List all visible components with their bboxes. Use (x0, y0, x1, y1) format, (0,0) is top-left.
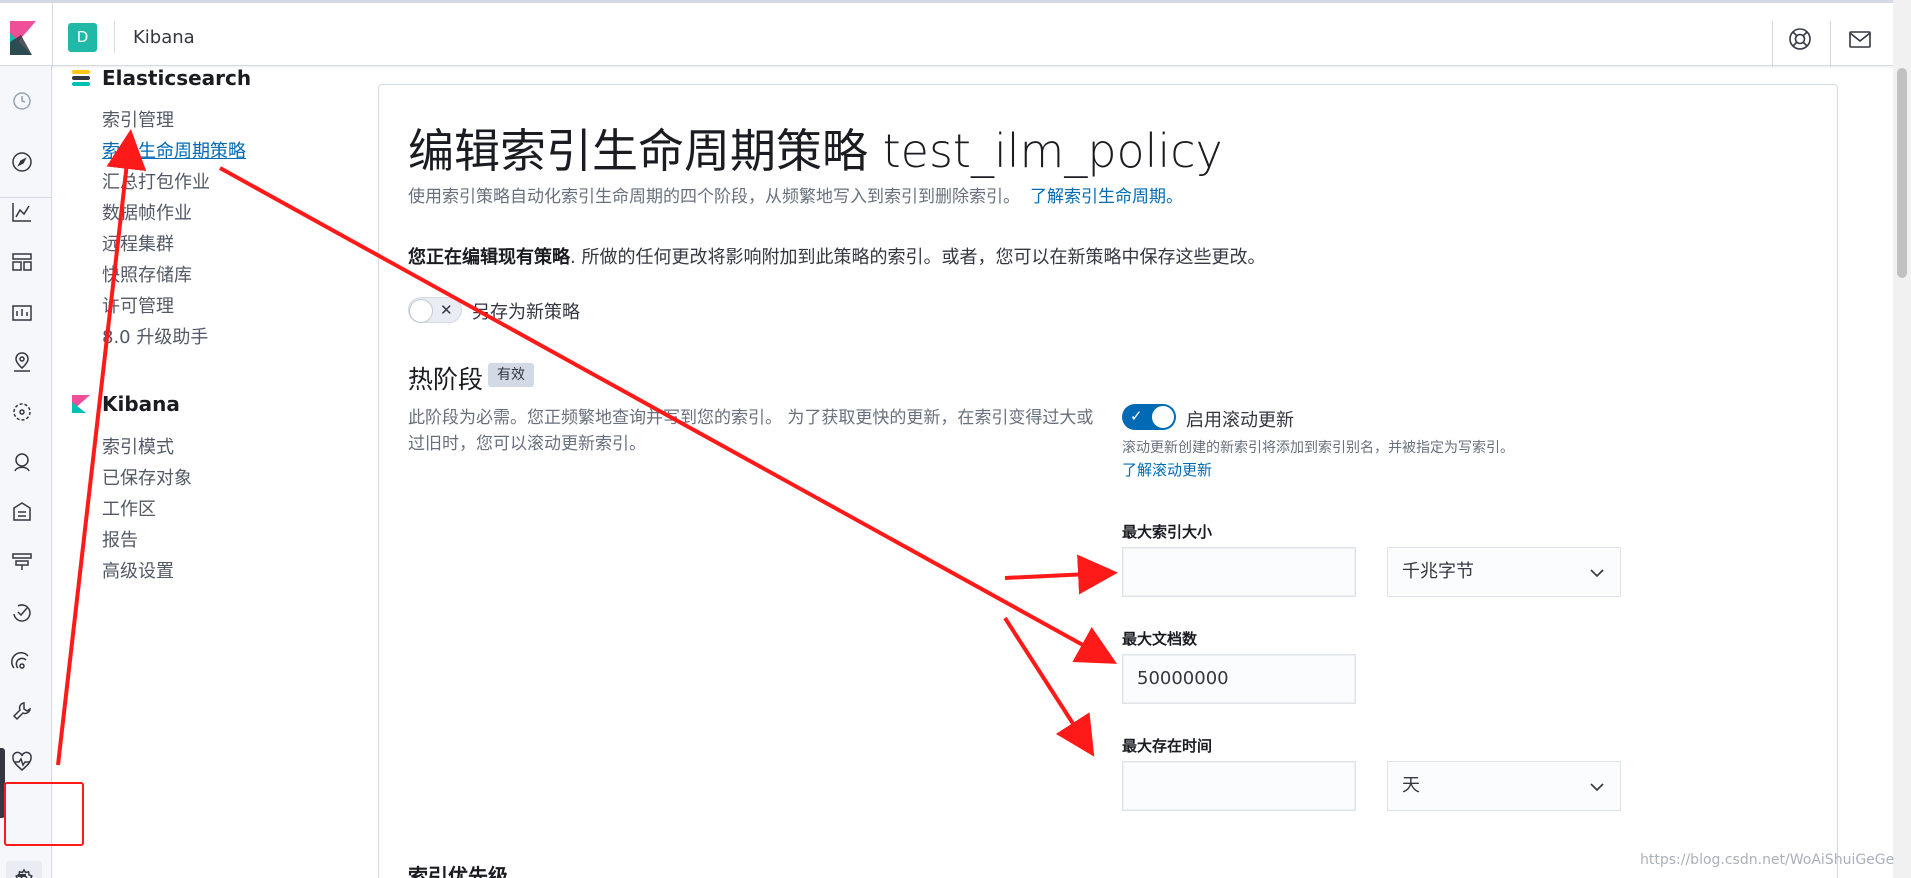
rollover-toggle[interactable]: ✓ (1122, 404, 1176, 430)
left-nav-rail (0, 66, 52, 878)
max-size-input[interactable] (1122, 547, 1356, 597)
save-as-new-label: 另存为新策略 (472, 302, 580, 323)
max-docs-input[interactable]: 50000000 (1122, 654, 1356, 704)
select-value: 天 (1402, 775, 1420, 796)
kibana-logo-icon[interactable] (10, 21, 36, 55)
rollover-label: 启用滚动更新 (1186, 410, 1294, 431)
status-badge: 有效 (488, 363, 534, 387)
uptime-icon[interactable] (10, 600, 34, 624)
check-icon: ✓ (1130, 407, 1143, 425)
dashboard-icon[interactable] (10, 250, 34, 274)
sidebar-item-reporting[interactable]: 报告 (102, 526, 138, 552)
logs-icon[interactable] (10, 500, 34, 524)
sidebar-item-saved-objects[interactable]: 已保存对象 (102, 464, 192, 490)
page-title: 编辑索引生命周期策略 test_ilm_policy (408, 124, 1223, 178)
sidebar-item-remote-clusters[interactable]: 远程集群 (102, 230, 174, 256)
sidebar-item-advanced-settings[interactable]: 高级设置 (102, 557, 174, 583)
sidebar-item-rollup-jobs[interactable]: 汇总打包作业 (102, 168, 210, 194)
page-description-text: 使用索引策略自动化索引生命周期的四个阶段，从频繁地写入到索引到删除索引。 (408, 187, 1020, 207)
dev-tools-wrench-icon[interactable] (10, 700, 34, 724)
ml-icon[interactable] (10, 400, 34, 424)
sidebar-section-elasticsearch: Elasticsearch (72, 66, 251, 90)
toggle-knob (1151, 405, 1175, 429)
sidebar-item-index-management[interactable]: 索引管理 (102, 106, 174, 132)
page-description: 使用索引策略自动化索引生命周期的四个阶段，从频繁地写入到索引到删除索引。 了解索引… (408, 182, 1183, 207)
chevron-down-icon (1590, 783, 1604, 792)
sidebar-section-kibana: Kibana (72, 392, 180, 416)
cross-icon: ✕ (440, 301, 453, 319)
index-priority-label: 索引优先级 (408, 864, 508, 878)
watermark-text: https://blog.csdn.net/WoAiShuiGeGe (1640, 852, 1895, 868)
discover-compass-icon[interactable] (10, 150, 34, 174)
sidebar-item-snapshot-repositories[interactable]: 快照存储库 (102, 261, 192, 287)
space-avatar[interactable]: D (68, 23, 97, 52)
app-title: Kibana (133, 27, 195, 48)
hot-phase-title: 热阶段 (408, 365, 484, 394)
sidebar-item-license-management[interactable]: 许可管理 (102, 292, 174, 318)
sidebar-item-spaces[interactable]: 工作区 (102, 495, 156, 521)
sidebar-item-transforms[interactable]: 数据帧作业 (102, 199, 192, 225)
apm-icon[interactable] (10, 550, 34, 574)
recently-viewed-clock-icon[interactable] (10, 89, 34, 113)
maps-icon[interactable] (10, 350, 34, 374)
learn-rollover-link[interactable]: 了解滚动更新 (1122, 459, 1212, 480)
kibana-logo-icon (72, 395, 90, 413)
editing-notice-bold: 您正在编辑现有策略 (408, 247, 570, 268)
editing-notice-text: . 所做的任何更改将影响附加到此策略的索引。或者，您可以在新策略中保存这些更改。 (570, 247, 1266, 268)
max-age-input[interactable] (1122, 761, 1356, 811)
rollover-help-text: 滚动更新创建的新索引将添加到索引别名，并被指定为写索引。 (1122, 440, 1514, 456)
hot-phase-description: 此阶段为必需。您正频繁地查询并写到您的索引。 为了获取更快的更新，在索引变得过大… (408, 408, 1094, 454)
header-divider (1830, 21, 1831, 67)
mail-icon[interactable] (1848, 29, 1872, 51)
nav-bottom-icon (18, 874, 26, 877)
canvas-icon[interactable] (10, 300, 34, 324)
monitoring-heartbeat-icon[interactable] (10, 750, 34, 774)
header-divider (1772, 21, 1773, 67)
sidebar-item-ilm-policies[interactable]: 索引生命周期策略 (102, 137, 246, 163)
select-value: 千兆字节 (1402, 561, 1474, 582)
header-divider (114, 21, 115, 53)
max-docs-label: 最大文档数 (1122, 630, 1198, 648)
max-size-unit-select[interactable]: 千兆字节 (1387, 547, 1621, 597)
annotation-red-box (4, 782, 84, 846)
infrastructure-icon[interactable] (10, 450, 34, 474)
visualize-chart-icon[interactable] (10, 200, 34, 224)
help-lifebuoy-icon[interactable] (1788, 27, 1812, 51)
learn-ilm-link[interactable]: 了解索引生命周期。 (1030, 187, 1183, 207)
top-header: D Kibana (0, 0, 1894, 67)
elasticsearch-logo-icon (72, 70, 90, 86)
sidebar-section-title: Kibana (102, 392, 180, 416)
max-age-label: 最大存在时间 (1122, 737, 1213, 755)
sidebar-item-upgrade-assistant[interactable]: 8.0 升级助手 (102, 323, 208, 349)
scrollbar-thumb[interactable] (1897, 68, 1907, 278)
sidebar-item-index-patterns[interactable]: 索引模式 (102, 433, 174, 459)
siem-icon[interactable] (10, 650, 34, 674)
max-size-label: 最大索引大小 (1122, 523, 1213, 541)
max-age-unit-select[interactable]: 天 (1387, 761, 1621, 811)
toggle-knob (409, 299, 433, 323)
editing-notice: 您正在编辑现有策略. 所做的任何更改将影响附加到此策略的索引。或者，您可以在新策… (408, 243, 1265, 269)
sidebar-section-title: Elasticsearch (102, 66, 252, 90)
header-divider (52, 3, 53, 67)
nav-divider (0, 197, 52, 198)
save-as-new-toggle[interactable]: ✕ (408, 297, 462, 323)
chevron-down-icon (1590, 569, 1604, 578)
